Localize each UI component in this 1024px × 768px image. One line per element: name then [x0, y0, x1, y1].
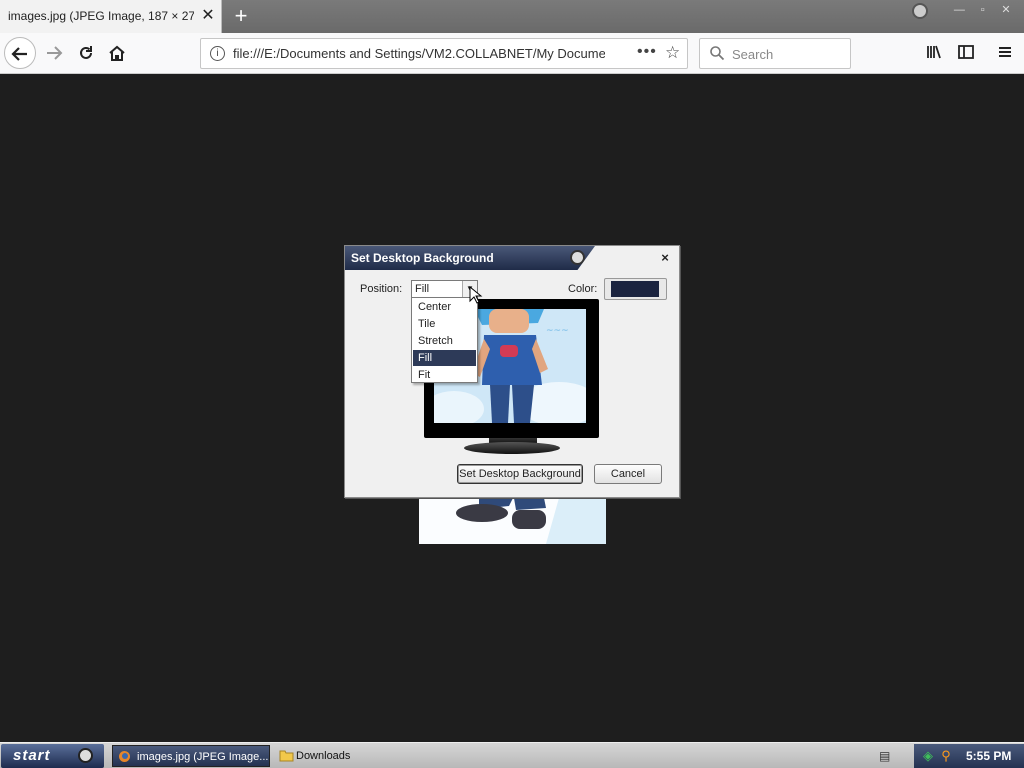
keyboard-icon[interactable]: ▤	[879, 749, 895, 763]
start-label: start	[13, 747, 51, 764]
position-option-stretch[interactable]: Stretch	[413, 333, 476, 349]
reload-icon[interactable]	[70, 37, 102, 69]
position-option-center[interactable]: Center	[413, 299, 476, 315]
taskbar-item-label: Downloads	[296, 750, 351, 762]
dialog-titlebar[interactable]: Set Desktop Background	[345, 246, 595, 270]
minimize-icon[interactable]: —	[949, 4, 969, 16]
close-icon[interactable]: ×	[657, 250, 673, 266]
color-picker-button[interactable]	[604, 278, 667, 300]
taskbar-item-images[interactable]: images.jpg (JPEG Image...	[112, 745, 270, 767]
dialog-title: Set Desktop Background	[351, 251, 494, 265]
back-arrow-icon[interactable]	[4, 37, 36, 69]
sidebar-icon[interactable]	[956, 43, 976, 63]
system-tray: ◈ ⚲ 5:55 PM	[914, 744, 1024, 768]
window-controls: — ▫ ✕	[949, 2, 1016, 22]
tab-title: images.jpg (JPEG Image, 187 × 270 pixels…	[8, 9, 194, 23]
tab-strip: images.jpg (JPEG Image, 187 × 270 pixels…	[0, 0, 1024, 33]
home-icon[interactable]	[101, 37, 133, 69]
search-placeholder: Search	[732, 47, 774, 62]
svg-text:~~~: ~~~	[546, 326, 569, 336]
folder-icon	[279, 750, 294, 762]
position-label: Position:	[360, 283, 403, 295]
position-option-fit[interactable]: Fit	[413, 367, 476, 383]
start-button[interactable]: start	[1, 744, 104, 768]
address-bar[interactable]: i file:///E:/Documents and Settings/VM2.…	[200, 38, 688, 69]
new-tab-icon[interactable]: +	[230, 4, 252, 28]
search-input[interactable]: Search	[699, 38, 851, 69]
cancel-button[interactable]: Cancel	[594, 464, 662, 484]
dialog-badge-icon	[570, 250, 585, 265]
mouse-cursor-icon	[469, 286, 483, 304]
network-icon[interactable]: ◈	[920, 748, 936, 764]
clock[interactable]: 5:55 PM	[966, 749, 1011, 763]
magnifier-icon[interactable]: ⚲	[938, 748, 954, 764]
taskbar-item-label: images.jpg (JPEG Image...	[137, 751, 269, 763]
start-orb-icon	[78, 748, 93, 763]
position-option-tile[interactable]: Tile	[413, 316, 476, 332]
viewed-image	[419, 498, 606, 544]
close-tab-icon[interactable]: ✕	[200, 7, 216, 25]
star-icon[interactable]: ☆	[665, 43, 680, 63]
firefox-icon	[119, 751, 130, 762]
position-select[interactable]: Fill ▼	[411, 280, 478, 298]
position-dropdown-list: Center Tile Stretch Fill Fit	[411, 297, 478, 383]
set-desktop-background-dialog: Set Desktop Background × Position: Fill …	[344, 245, 680, 498]
position-option-fill[interactable]: Fill	[413, 350, 476, 366]
position-select-value: Fill	[415, 283, 430, 295]
library-icon[interactable]	[924, 43, 944, 63]
restore-icon[interactable]: ▫	[973, 4, 993, 16]
system-badge-icon	[912, 3, 928, 19]
url-text[interactable]: file:///E:/Documents and Settings/VM2.CO…	[233, 46, 605, 61]
close-window-icon[interactable]: ✕	[996, 3, 1016, 16]
taskbar-item-downloads[interactable]: Downloads	[275, 745, 385, 767]
page-actions-icon[interactable]: •••	[637, 43, 657, 61]
set-desktop-background-button[interactable]: Set Desktop Background	[457, 464, 583, 484]
color-label: Color:	[568, 283, 598, 295]
monitor-stand	[464, 442, 560, 454]
info-icon[interactable]: i	[210, 46, 225, 61]
navigation-toolbar: i file:///E:/Documents and Settings/VM2.…	[0, 33, 1024, 74]
color-swatch	[611, 281, 659, 297]
hamburger-menu-icon[interactable]	[995, 43, 1015, 63]
tab-images-jpg[interactable]: images.jpg (JPEG Image, 187 × 270 pixels…	[0, 0, 222, 33]
forward-arrow-icon[interactable]	[38, 37, 70, 69]
taskbar: start images.jpg (JPEG Image... Download…	[0, 742, 1024, 768]
magnifier-icon	[710, 46, 725, 61]
